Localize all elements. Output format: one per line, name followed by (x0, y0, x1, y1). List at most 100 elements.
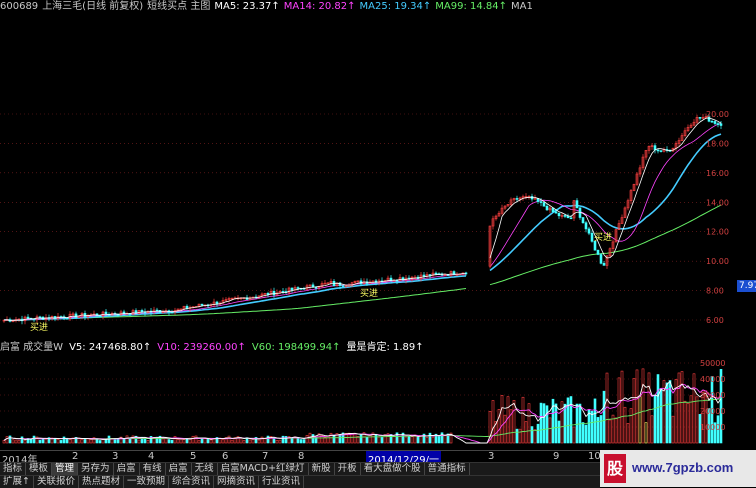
tab-new-stock[interactable]: 新股 (309, 463, 335, 475)
volume-bar (500, 394, 504, 444)
volume-bar (629, 408, 633, 444)
volume-bar (167, 439, 171, 444)
tab-qifu-1[interactable]: 启富 (114, 463, 140, 475)
volume-bar (209, 439, 213, 444)
candle-body (200, 303, 204, 306)
price-tick-label: 6.00 (706, 316, 724, 325)
volume-bar (644, 422, 648, 444)
stock-code: 600689 (0, 1, 39, 12)
volume-bar (380, 437, 384, 444)
volume-bar (419, 435, 423, 444)
volume-bar (68, 439, 72, 444)
tab-save-as[interactable]: 另存为 (78, 463, 114, 475)
volume-bar (296, 438, 300, 444)
tab-hot-topics[interactable]: 热点题材 (79, 476, 124, 488)
candle-body (566, 215, 570, 219)
ma99-label: MA99: 14.84↑ (435, 1, 507, 12)
tab-expand[interactable]: 扩展↑ (0, 476, 34, 488)
volume-bar (83, 439, 87, 444)
candle-body (290, 287, 294, 291)
volume-lines (3, 380, 722, 444)
candle-body (596, 249, 600, 255)
candle-body (569, 217, 573, 220)
month-label: 2 (72, 451, 79, 462)
tab-market-watch[interactable]: 看大盘做个股 (361, 463, 425, 475)
volume-bar (275, 439, 279, 444)
tab-wired[interactable]: 有线 (140, 463, 166, 475)
month-label: 3 (488, 451, 495, 462)
volume-bar (404, 436, 408, 444)
volume-bar (80, 439, 84, 444)
volume-bar (251, 439, 255, 444)
price-tick-label: 20.00 (706, 110, 729, 119)
price-tick-label: 12.00 (706, 228, 729, 237)
tab-wireless[interactable]: 无线 (192, 463, 218, 475)
volume-bar (632, 378, 636, 444)
tab-open-board[interactable]: 开板 (335, 463, 361, 475)
volume-bar (563, 403, 567, 444)
volume-tick-label: 40000 (700, 375, 725, 384)
volume-title: 启富 成交量W (0, 342, 64, 353)
month-label: 6 (222, 451, 229, 462)
volume-bar (38, 439, 42, 444)
volume-bar (326, 435, 330, 444)
tab-related-quote[interactable]: 关联报价 (34, 476, 79, 488)
tab-qifu-macd[interactable]: 启富MACD+红绿灯 (218, 463, 309, 475)
ma-extra-label: MA1 (511, 1, 533, 12)
candle-body (590, 232, 594, 242)
volume-bar (125, 435, 129, 444)
volume-bar (377, 436, 381, 444)
volume-chart[interactable]: 50000 40000 30000 20000 10000 (0, 355, 740, 448)
volume-bar (248, 439, 252, 444)
tab-consensus[interactable]: 一致预期 (124, 476, 170, 488)
volume-bar (278, 439, 282, 444)
volume-tick-label: 20000 (700, 407, 725, 416)
info-tabs: 扩展↑ 关联报价 热点题材 一致预期 综合资讯 网摘资讯 行业资讯 (0, 475, 600, 488)
tab-qifu-2[interactable]: 启富 (166, 463, 192, 475)
tab-template[interactable]: 模板 (26, 463, 53, 475)
tab-manage[interactable]: 管理 (52, 463, 79, 475)
v60-label: V60: 198499.94↑ (251, 342, 341, 353)
volume-bar (566, 397, 570, 444)
volume-bar (197, 440, 201, 444)
price-chart[interactable]: 20.00 18.00 16.00 14.00 12.00 10.00 8.00 6.00 买… (0, 14, 740, 340)
volume-bar (41, 438, 45, 444)
volume-bar (227, 435, 231, 444)
volume-bar (614, 417, 618, 444)
candle-body (515, 198, 519, 200)
tab-news[interactable]: 综合资讯 (169, 476, 215, 488)
volume-bar (359, 434, 363, 444)
volume-bar (56, 438, 60, 444)
volume-bar (230, 439, 234, 444)
watermark-logo: 股 (604, 454, 626, 483)
volume-bar (17, 440, 21, 444)
volume-bar (137, 439, 141, 444)
volume-bar (191, 435, 195, 444)
volume-bar (410, 436, 414, 444)
price-tick-label: 8.00 (706, 287, 724, 296)
chart-header: 600689 上海三毛(日线 前复权) 短线买点 主图 MA5: 23.37↑ MA14… (0, 0, 740, 14)
tab-indicator[interactable]: 指标 (0, 463, 27, 475)
buy-signal-1: 买进 (30, 322, 48, 333)
month-label: 10 (588, 451, 601, 462)
volume-bar (650, 415, 654, 444)
candle-body (434, 272, 438, 275)
volume-bar (683, 400, 687, 444)
volume-bar (437, 436, 441, 444)
volume-bar (170, 439, 174, 444)
volume-bar (584, 424, 588, 444)
tab-web-news[interactable]: 网摘资讯 (214, 476, 260, 488)
watermark-url: www.7gpzb.com (632, 460, 734, 475)
tab-normal-indicator[interactable]: 普通指标 (425, 463, 470, 475)
stock-name: 上海三毛(日线 前复权) (42, 1, 144, 12)
volume-bar (32, 435, 36, 444)
volume-bar (692, 373, 696, 444)
volume-bar (623, 406, 627, 444)
candle-body (710, 120, 714, 123)
candle-body (422, 274, 426, 277)
volume-bar (122, 438, 126, 444)
tab-industry-news[interactable]: 行业资讯 (259, 476, 305, 488)
volume-bar (194, 435, 198, 444)
current-price-marker: 7.97 (737, 280, 756, 292)
volume-bar (11, 439, 15, 444)
